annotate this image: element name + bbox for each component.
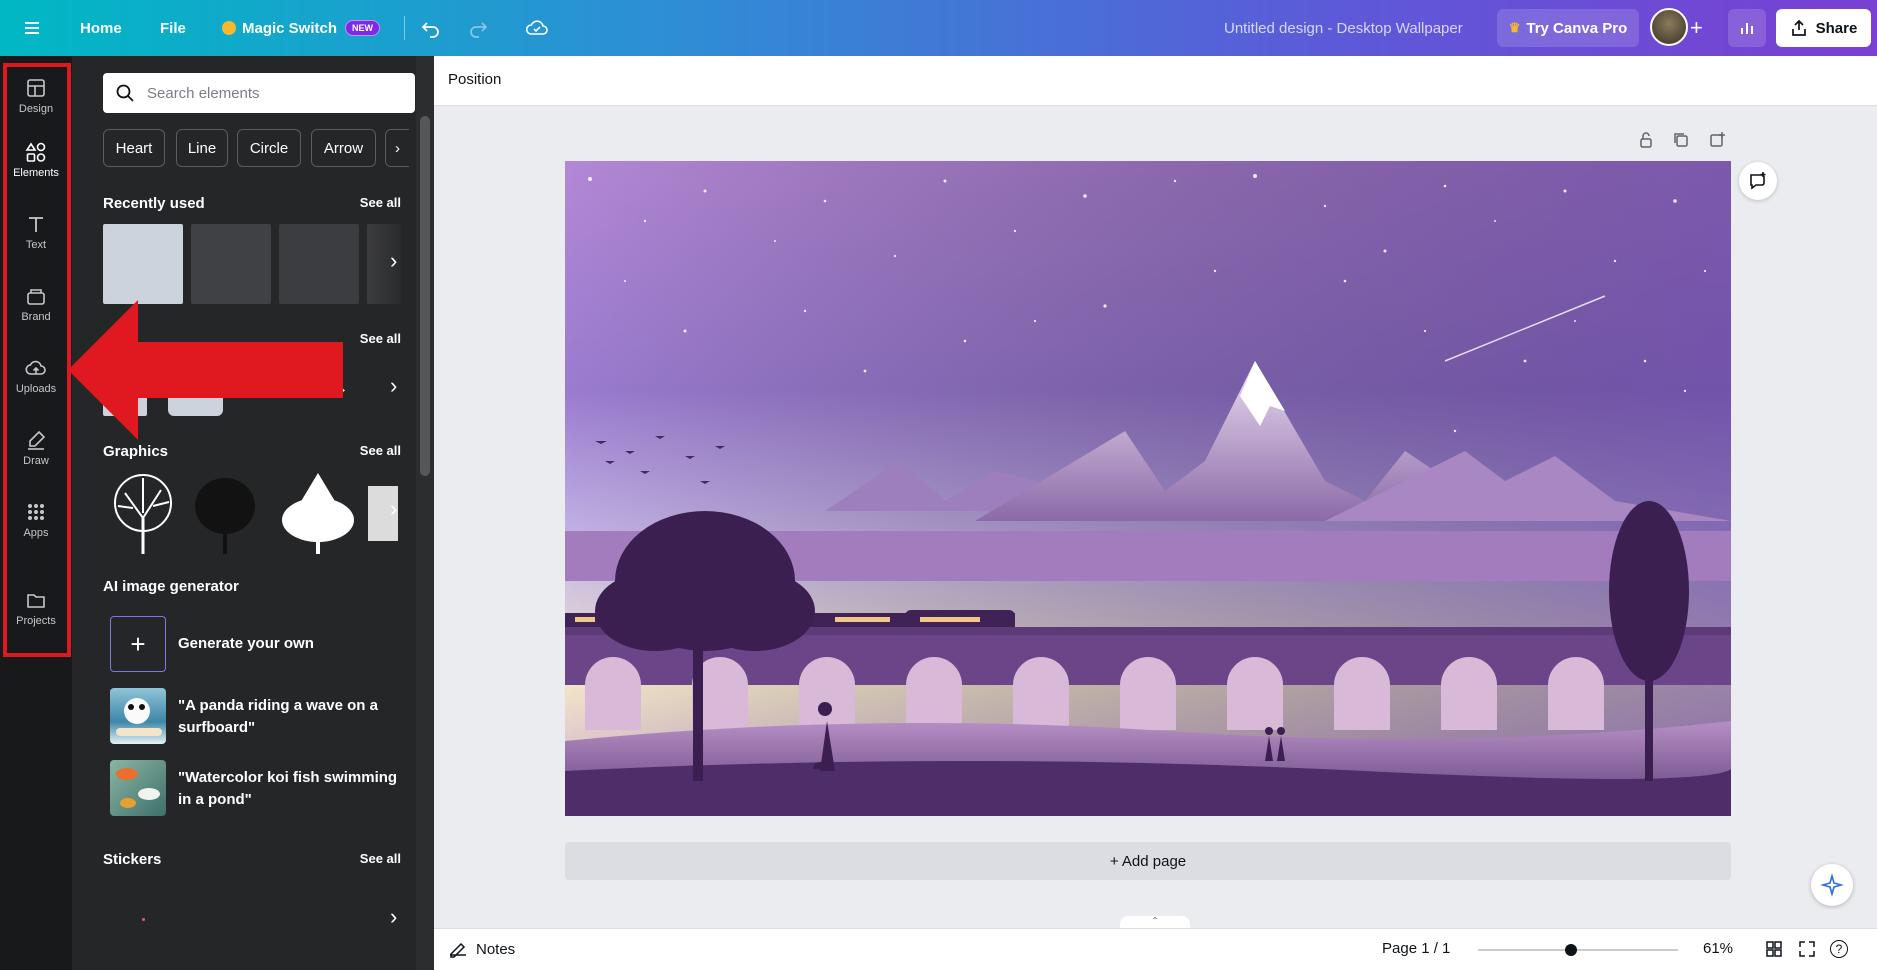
show-pages-handle[interactable]: ˆ — [1120, 916, 1190, 928]
red-annotation-arrow — [68, 300, 343, 440]
chip-line[interactable]: Line — [176, 129, 228, 167]
home-button[interactable]: Home — [80, 0, 122, 56]
share-label: Share — [1815, 19, 1858, 37]
prompt-line: "Watercolor koi fish swimming — [178, 769, 398, 786]
crown-icon: ♛ — [1508, 20, 1521, 35]
add-page-icon[interactable] — [1708, 131, 1726, 154]
try-pro-label: Try Canva Pro — [1526, 19, 1628, 37]
generate-plus-icon[interactable]: + — [110, 616, 166, 672]
page-indicator[interactable]: Page 1 / 1 — [1382, 940, 1450, 957]
magic-switch-label: Magic Switch — [242, 19, 338, 37]
panda-prompt[interactable]: "A panda riding a wave on a surfboard" — [178, 695, 378, 739]
landscape-illustration — [565, 161, 1731, 816]
see-all-link[interactable]: See all — [360, 443, 401, 458]
ai-generator-title: AI image generator — [103, 578, 239, 595]
prompt-line: in a pond" — [178, 791, 252, 808]
grid-view-icon[interactable] — [1765, 940, 1783, 962]
add-page-button[interactable]: + Add page — [565, 842, 1731, 880]
sticker-item[interactable] — [142, 918, 145, 921]
design-artboard[interactable] — [565, 161, 1731, 816]
zoom-level[interactable]: 61% — [1703, 940, 1733, 957]
koi-prompt[interactable]: "Watercolor koi fish swimming in a pond" — [178, 767, 397, 811]
koi-prompt-thumbnail[interactable] — [110, 760, 166, 816]
see-all-link[interactable]: See all — [360, 331, 401, 346]
chip-heart[interactable]: Heart — [103, 129, 165, 167]
chevron-right-icon[interactable]: › — [390, 373, 397, 399]
tree-graphic — [282, 473, 354, 554]
chevron-right-icon[interactable]: › — [390, 248, 397, 274]
chevron-right-icon[interactable]: › — [390, 904, 397, 930]
chevron-right-icon[interactable]: › — [390, 496, 397, 522]
recent-item[interactable] — [103, 224, 183, 304]
bottom-bar: Notes Page 1 / 1 61% ? — [434, 928, 1877, 970]
context-toolbar: Position — [434, 56, 1877, 106]
see-all-link[interactable]: See all — [360, 195, 401, 210]
notes-label: Notes — [476, 940, 516, 958]
share-icon — [1791, 19, 1806, 36]
avatar[interactable] — [1650, 8, 1688, 46]
graphics-row[interactable] — [103, 468, 403, 556]
graphics-title: Graphics — [103, 443, 169, 460]
notes-button[interactable]: Notes — [448, 940, 515, 958]
tree-graphic — [195, 478, 255, 554]
panel-scrollbar[interactable] — [416, 56, 434, 970]
position-button[interactable]: Position — [448, 71, 501, 88]
top-bar: Home File Magic Switch NEW Untitled desi… — [0, 0, 1877, 56]
chip-arrow[interactable]: Arrow — [311, 129, 376, 167]
recent-item[interactable] — [279, 224, 359, 304]
divider — [404, 16, 405, 40]
magic-switch-button[interactable]: Magic Switch NEW — [222, 0, 381, 56]
add-collaborator-icon[interactable]: + — [1690, 0, 1703, 56]
redo-icon[interactable] — [467, 0, 489, 56]
panda-prompt-thumbnail[interactable] — [110, 688, 166, 744]
share-button[interactable]: Share — [1776, 9, 1871, 47]
chips-next-icon[interactable]: › — [385, 129, 409, 167]
search-box[interactable]: Search elements — [103, 73, 415, 113]
tree-graphic — [114, 474, 172, 554]
menu-icon[interactable] — [22, 0, 42, 56]
stickers-header: Stickers See all — [103, 851, 401, 868]
new-badge: NEW — [345, 20, 381, 36]
duplicate-page-icon[interactable] — [1672, 131, 1690, 154]
undo-icon[interactable] — [420, 0, 442, 56]
cloud-saved-icon[interactable] — [525, 0, 549, 56]
analytics-icon[interactable] — [1728, 9, 1766, 47]
graphics-header: Graphics See all — [103, 443, 401, 460]
recently-used-header: Recently used See all — [103, 195, 401, 212]
rail-highlight-box — [3, 63, 71, 657]
help-icon[interactable]: ? — [1830, 940, 1848, 958]
crown-icon — [222, 21, 236, 35]
lock-icon[interactable] — [1637, 131, 1655, 154]
zoom-slider-track[interactable] — [1478, 949, 1678, 951]
file-menu[interactable]: File — [160, 0, 186, 56]
recent-item[interactable] — [191, 224, 271, 304]
add-comment-icon[interactable] — [1739, 162, 1777, 200]
prompt-line: "A panda riding a wave on a — [178, 697, 378, 714]
prompt-line: surfboard" — [178, 719, 256, 736]
search-icon — [116, 84, 134, 102]
search-input[interactable]: Search elements — [147, 85, 260, 102]
stickers-title: Stickers — [103, 851, 162, 868]
chip-circle[interactable]: Circle — [237, 129, 301, 167]
generate-your-own[interactable]: Generate your own — [178, 635, 314, 652]
document-title[interactable]: Untitled design - Desktop Wallpaper — [1224, 0, 1463, 56]
zoom-slider-handle[interactable] — [1565, 944, 1577, 956]
see-all-link[interactable]: See all — [360, 851, 401, 866]
scrollbar-thumb[interactable] — [420, 116, 430, 476]
try-canva-pro-button[interactable]: ♛ Try Canva Pro — [1497, 9, 1639, 47]
fullscreen-icon[interactable] — [1798, 940, 1816, 962]
recently-used-title: Recently used — [103, 195, 205, 212]
magic-assistant-icon[interactable] — [1811, 864, 1853, 906]
notes-icon — [450, 942, 466, 958]
